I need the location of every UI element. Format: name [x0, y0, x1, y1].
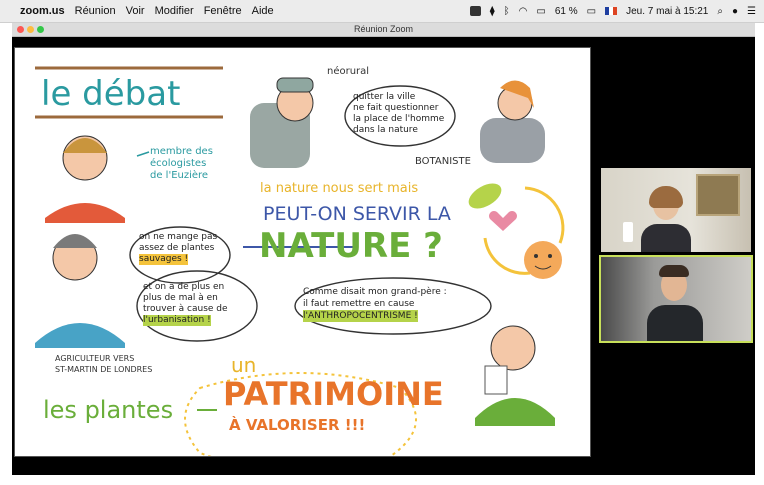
patrimoine-un-text: un	[231, 353, 257, 377]
valoriser-text: À VALORISER !!!	[229, 416, 366, 434]
participant-2-hair	[659, 265, 689, 277]
participant-2-body	[647, 305, 703, 341]
menu-app-name[interactable]: zoom.us	[20, 5, 65, 17]
main-question-line2: PEUT-ON SERVIR LA	[263, 203, 451, 225]
dropbox-icon[interactable]: ⧫	[490, 6, 495, 17]
neorural-quote: quitter la ville ne fait questionner la p…	[353, 92, 445, 135]
close-window-button[interactable]	[17, 26, 24, 33]
macos-menubar: zoom.us Réunion Voir Modifier Fenêtre Ai…	[0, 0, 764, 23]
menu-modifier[interactable]: Modifier	[155, 5, 194, 17]
spotlight-search-icon[interactable]: ⌕	[717, 6, 723, 17]
shared-screen[interactable]: le débat néorural quitter la ville ne fai…	[15, 48, 590, 456]
menu-fenetre[interactable]: Fenêtre	[204, 5, 242, 17]
battery-icon[interactable]: ▭	[587, 6, 596, 17]
main-question-line1: la nature nous sert mais	[260, 181, 419, 196]
ecologist-character-icon	[45, 135, 125, 223]
ecologist-caption: membre des écologistes de l'Euzière	[150, 146, 213, 181]
farmer-label: AGRICULTEUR VERS ST-MARTIN DE LONDRES	[55, 354, 153, 374]
bluetooth-icon[interactable]: ᛒ	[504, 6, 510, 17]
menu-reunion[interactable]: Réunion	[75, 5, 116, 17]
menubar-clock[interactable]: Jeu. 7 mai à 15:21	[626, 6, 708, 17]
botanist-character-icon	[480, 80, 545, 163]
plants-text: les plantes	[43, 396, 174, 424]
menu-aide[interactable]: Aide	[252, 5, 274, 17]
farmer-quote-1: on ne mange pas assez de plantes sauvages…	[139, 232, 218, 265]
notification-center-icon[interactable]: ☰	[747, 6, 756, 17]
cycle-arrow-icon	[524, 186, 565, 244]
smiling-face-icon	[524, 241, 562, 279]
main-question-line3: NATURE ?	[259, 226, 443, 266]
ecologist-arrow-icon	[136, 151, 150, 157]
participant-video-1[interactable]	[601, 168, 751, 252]
wall-painting-image	[696, 174, 740, 216]
window-title: Réunion Zoom	[353, 24, 414, 34]
zoom-status-icon[interactable]	[469, 6, 481, 16]
window-titlebar: Réunion Zoom	[12, 23, 755, 37]
user-avatar-icon[interactable]: ●	[732, 6, 738, 17]
airplay-icon[interactable]: ▭	[536, 6, 545, 17]
input-source-flag-icon[interactable]	[605, 7, 618, 15]
battery-percent[interactable]: 61 %	[555, 6, 578, 17]
botanist-label: BOTANISTE	[415, 156, 471, 167]
participant-video-2[interactable]	[601, 257, 751, 341]
neorural-label: néorural	[327, 66, 370, 77]
participant-1-body	[641, 224, 691, 252]
menu-voir[interactable]: Voir	[126, 5, 145, 17]
farmer-quote-2: et on a de plus en plus de mal à en trouv…	[143, 282, 228, 326]
board-title: le débat	[41, 74, 181, 114]
grandfather-character-icon	[475, 325, 555, 426]
grandpa-quote: Comme disait mon grand-père : il faut rem…	[303, 287, 447, 322]
patrimoine-text: PATRIMOINE	[223, 375, 444, 413]
heart-icon	[488, 210, 518, 231]
zoom-window-button[interactable]	[37, 26, 44, 33]
wifi-icon[interactable]: ◠	[519, 6, 528, 17]
farmer-character-icon	[35, 234, 125, 348]
leaf-icon	[468, 183, 502, 209]
neorural-character-icon	[250, 77, 314, 168]
lamp-image	[623, 222, 633, 242]
minimize-window-button[interactable]	[27, 26, 34, 33]
